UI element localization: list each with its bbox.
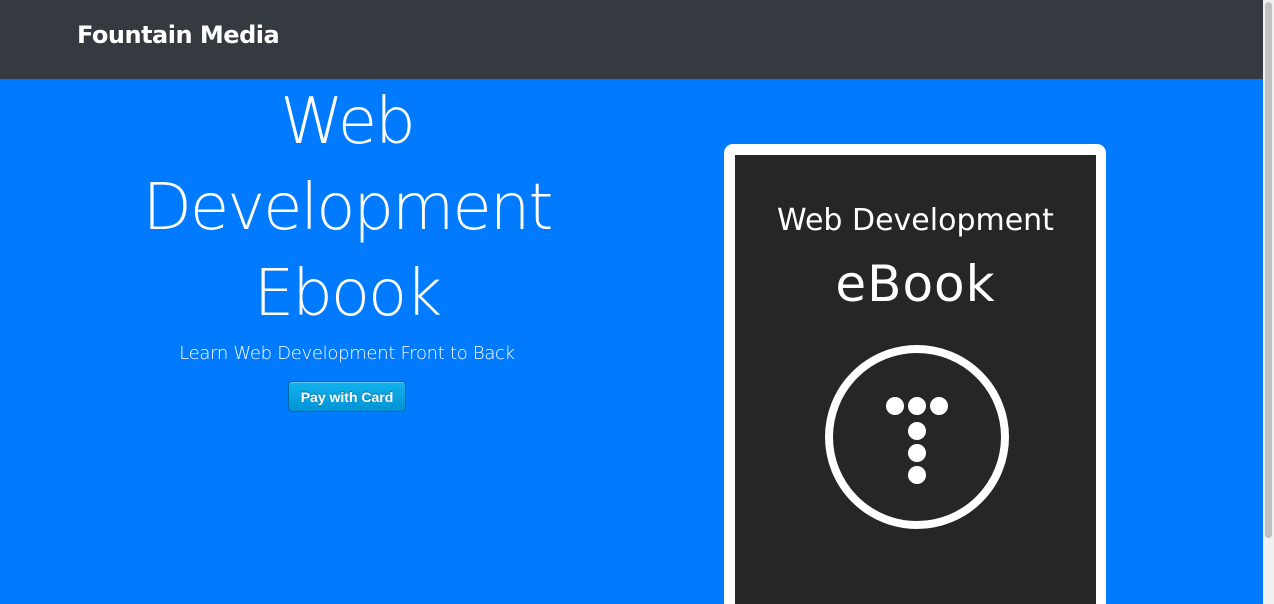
hero-title-line: Web xyxy=(280,85,416,159)
hero-subtitle: Learn Web Development Front to Back xyxy=(179,343,515,364)
top-navbar: Fountain Media xyxy=(0,0,1263,79)
cover-title: Web Development xyxy=(777,203,1054,238)
ebook-cover: Web Development eBook xyxy=(735,155,1096,604)
hero-title: Web Development Ebook xyxy=(80,79,614,337)
cover-subtitle: eBook xyxy=(835,255,996,313)
pay-with-card-button[interactable]: Pay with Card xyxy=(287,381,407,412)
circle-t-dots-icon xyxy=(825,345,1009,529)
scrollbar-thumb[interactable] xyxy=(1265,2,1272,538)
brand-link[interactable]: Fountain Media xyxy=(77,18,280,52)
vertical-scrollbar[interactable] xyxy=(1263,0,1274,604)
ebook-cover-image: Web Development eBook xyxy=(724,144,1106,604)
hero-title-line: Ebook xyxy=(253,257,442,331)
hero-content: Web Development Ebook Learn Web Developm… xyxy=(80,79,614,412)
hero-title-line: Development xyxy=(142,171,554,245)
